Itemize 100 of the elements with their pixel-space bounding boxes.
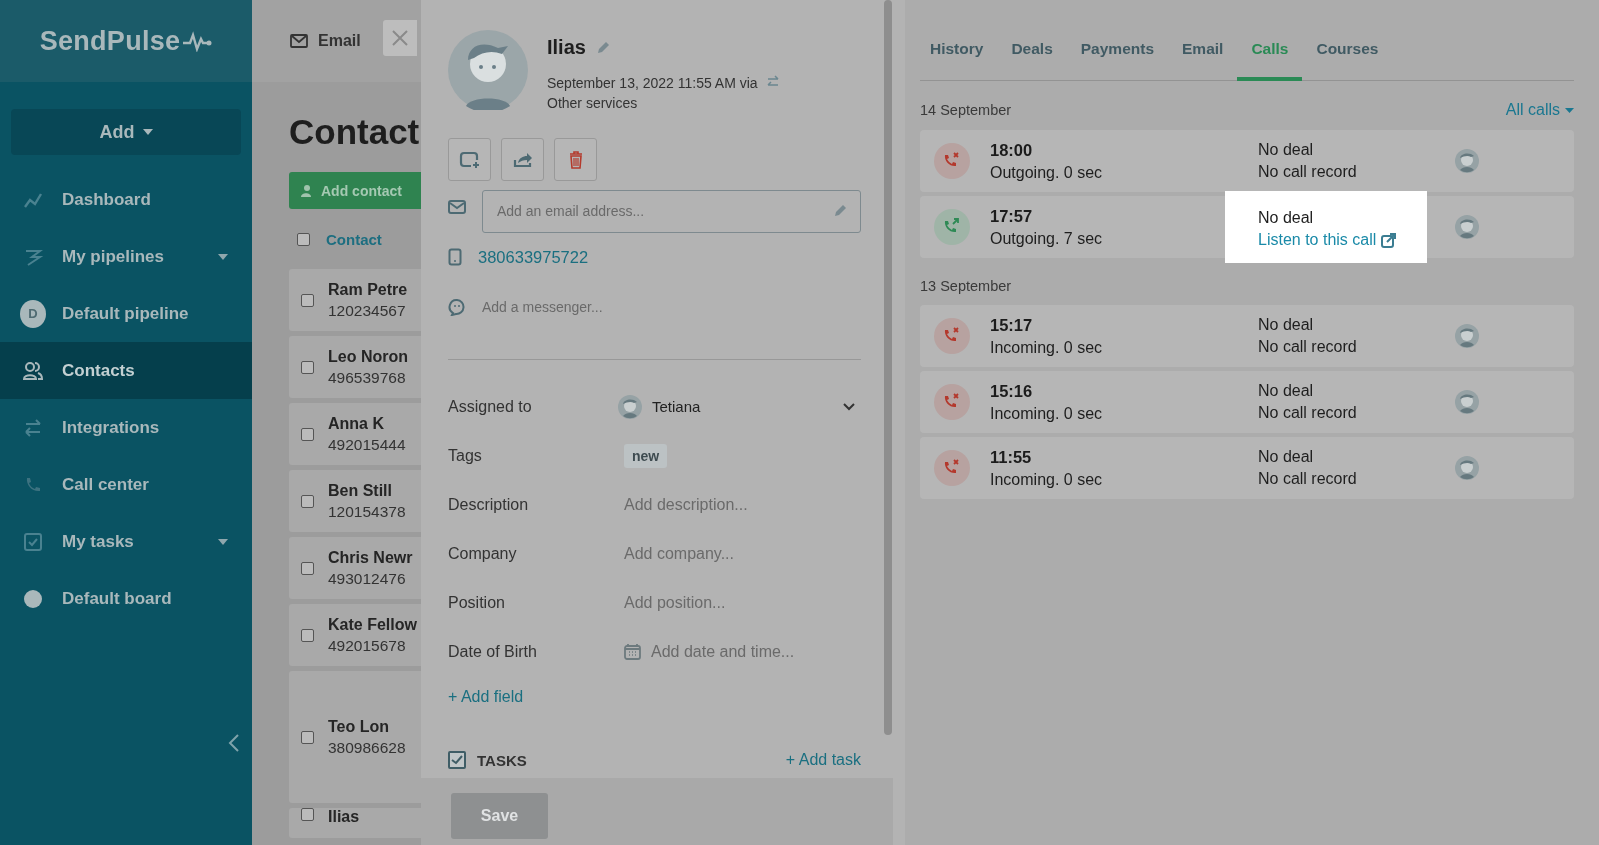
caret-icon [1565,107,1574,113]
contact-row[interactable]: Ram Petre 120234567 [289,269,421,331]
contact-phone: 120234567 [328,301,407,320]
text-field[interactable]: Add description... [624,495,861,514]
add-task-link[interactable]: + Add task [785,751,861,769]
add-box-icon [458,149,481,170]
people-icon [22,359,44,382]
scrollbar[interactable] [884,0,892,735]
checkbox[interactable] [301,808,314,821]
nav-item[interactable]: My tasks [0,513,252,570]
field-label: Date of Birth [448,642,538,661]
tab[interactable]: Courses [1302,40,1393,81]
add-task-button[interactable] [448,138,491,181]
date-field[interactable]: Add date and time... [651,642,905,661]
deal-status: No deal [1258,448,1315,466]
calls-filter-dropdown[interactable]: All calls [1505,101,1574,119]
call-summary: Outgoing. 7 sec [990,229,1104,248]
tab[interactable]: Payments [1066,40,1168,81]
record-status: No call record [1258,338,1358,356]
checkbox[interactable] [301,561,314,575]
checkbox[interactable] [301,628,314,642]
deal-status: No deal [1258,382,1315,400]
add-contact-button[interactable]: Add contact [289,172,421,209]
contact-name: Ram Petre [328,280,408,299]
missed-call-icon [934,450,970,486]
delete-button[interactable] [554,138,597,181]
contact-row[interactable]: Ben Still 120154378 [289,470,421,532]
assignee-select[interactable]: Tetiana [618,394,861,419]
caret-icon [142,129,153,135]
collapse-icon[interactable] [228,733,240,753]
field-label: Company [448,544,518,563]
arrows-icon [765,75,780,89]
call-time: 15:17 [990,315,1034,335]
listen-link[interactable]: Listen to this call [1258,231,1427,249]
text-field[interactable]: Add position... [624,593,861,612]
nav-item[interactable]: My pipelines [0,228,252,285]
field-label: Assigned to [448,397,533,416]
checkbox[interactable] [301,293,314,307]
external-link-icon [1381,232,1397,248]
text-field[interactable]: Add company... [624,544,861,563]
user-avatar-icon [1455,215,1479,239]
nav-item[interactable]: Default board [0,570,252,627]
contact-row[interactable]: Leo Noron 496539768 [289,336,421,398]
messenger-field[interactable]: Add a messenger... [482,299,782,315]
nav-item[interactable]: Contacts [0,342,252,399]
contact-phone: 493012476 [328,569,407,588]
contact-phone: 380986628 [328,738,406,757]
contact-row[interactable]: Kate Fellow 492015678 [289,604,421,666]
tab[interactable]: History [930,40,998,81]
call-time: 15:16 [990,381,1034,401]
checkbox[interactable] [301,360,314,374]
user-avatar-icon [618,394,642,419]
contact-row[interactable]: Chris Newr 493012476 [289,537,421,599]
call-summary: Incoming. 0 sec [990,338,1104,357]
user-avatar-icon [1455,149,1479,173]
contact-name: Ilias [547,36,586,59]
tab[interactable]: Email [1168,40,1238,81]
call-summary: Outgoing. 0 sec [990,163,1104,182]
calendar-icon [624,643,641,660]
deal-status: No deal [1258,316,1315,334]
call-time: 11:55 [990,447,1033,467]
outgoing-call-icon [934,209,970,245]
add-button[interactable]: Add [11,109,241,155]
nav-item[interactable]: Dashboard [0,171,252,228]
share-button[interactable] [501,138,544,181]
chat-icon [448,298,466,316]
checkbox[interactable] [301,730,314,744]
deal-status: No deal [1258,141,1315,159]
email-tab[interactable]: Email [290,32,361,50]
tag[interactable]: new [624,443,668,468]
phone-link[interactable]: 380633975722 [478,247,589,267]
tasks-checkbox[interactable] [448,751,466,769]
contact-row[interactable]: Teo Lon 380986628 [289,671,421,803]
record-status: No call record [1258,404,1358,422]
contact-name: Anna K [328,414,385,433]
call-time: 17:57 [990,206,1034,226]
contact-row[interactable]: Anna K 492015444 [289,403,421,465]
email-field[interactable]: Add an email address... [482,189,861,233]
close-icon [390,29,409,47]
contact-name: Ilias [328,808,360,826]
nav-item[interactable]: Call center [0,456,252,513]
share-icon [512,150,533,169]
missed-call-icon [934,143,970,179]
column-header[interactable]: Contact [326,230,382,248]
add-field-link[interactable]: + Add field [448,688,524,706]
contact-name: Leo Noron [328,347,408,366]
dot-icon [22,587,44,610]
checkbox[interactable] [301,494,314,508]
tasks-heading: TASKS [477,751,527,769]
nav-item[interactable]: D Default pipeline [0,285,252,342]
contact-row[interactable]: Ilias [289,808,421,838]
contact-phone: 120154378 [328,502,406,521]
tab[interactable]: Deals [997,40,1067,81]
nav-item[interactable]: Integrations [0,399,252,456]
date-heading: 14 September [920,102,1012,118]
contact-name: Teo Lon [328,717,391,736]
checkbox[interactable] [301,427,314,441]
contact-phone: 496539768 [328,368,407,387]
checkbox[interactable] [297,232,310,246]
created-date: September 13, 2022 11:55 AM via [547,75,758,91]
